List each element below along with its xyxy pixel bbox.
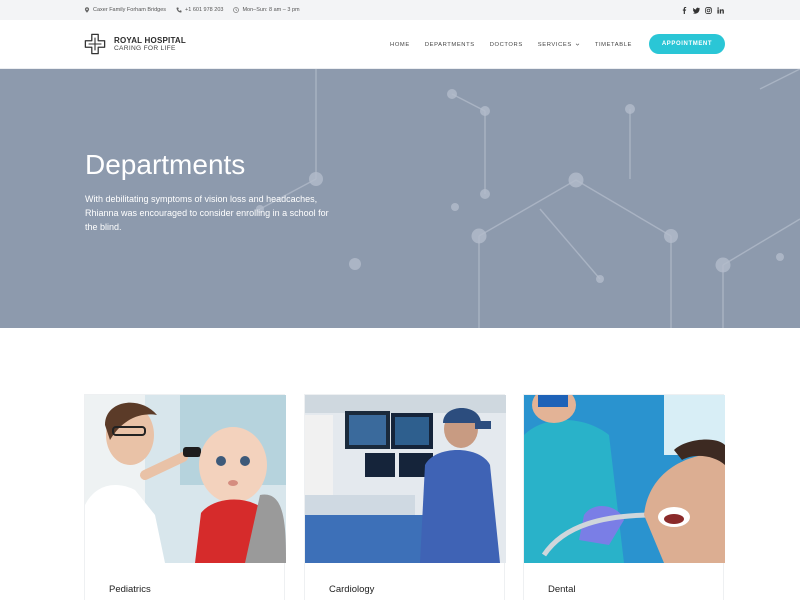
instagram-icon[interactable] [705,6,712,14]
logo-tagline: CARING FOR LIFE [114,44,176,52]
logo-name: ROYAL HOSPITAL [114,35,186,45]
nav-timetable[interactable]: TIMETABLE [595,42,632,48]
pediatrics-image [85,395,286,563]
twitter-icon[interactable] [693,7,700,14]
hero-description: With debilitating symptoms of vision los… [85,194,329,232]
nav-doctors[interactable]: DOCTORS [490,42,523,48]
hero-banner: Departments With debilitating symptoms o… [0,69,800,328]
phone-info[interactable]: +1 601 978 203 [176,7,223,13]
page-title: Departments [85,149,246,180]
dental-image [524,395,725,563]
social-links [681,0,724,20]
department-card-cardiology[interactable]: Cardiology [304,394,506,600]
facebook-icon[interactable] [681,6,688,14]
department-card-pediatrics[interactable]: Pediatrics [84,394,286,600]
main-nav: HOME DEPARTMENTS DOCTORS SERVICES TIMETA… [390,20,632,69]
department-label: Dental [548,584,576,595]
chevron-down-icon [575,43,580,46]
hours-text: Mon–Sun: 8 am – 3 pm [242,7,300,13]
contact-info: Caxer Family Forham Bridges +1 601 978 2… [84,0,300,20]
nav-services[interactable]: SERVICES [538,42,580,48]
address-text: Caxer Family Forham Bridges [93,7,167,13]
hours-info: Mon–Sun: 8 am – 3 pm [233,7,300,13]
address-info: Caxer Family Forham Bridges [84,7,166,13]
medical-cross-icon [84,33,106,55]
nav-services-label: SERVICES [537,41,572,48]
site-logo[interactable]: ROYAL HOSPITAL CARING FOR LIFE [84,33,186,55]
department-card-dental[interactable]: Dental [523,394,725,600]
top-bar: Caxer Family Forham Bridges +1 601 978 2… [0,0,800,20]
nav-home[interactable]: HOME [390,42,410,48]
linkedin-icon[interactable] [717,6,724,14]
phone-text: +1 601 978 203 [185,7,224,13]
cardiology-image [305,395,506,563]
appointment-button[interactable]: APPOINTMENT [649,34,725,54]
department-label: Pediatrics [109,584,151,595]
department-label: Cardiology [329,584,375,595]
phone-icon [176,7,182,13]
main-header: ROYAL HOSPITAL CARING FOR LIFE HOME DEPA… [0,20,800,69]
nav-departments[interactable]: DEPARTMENTS [425,42,475,48]
clock-icon [233,7,240,13]
map-pin-icon [84,7,90,13]
